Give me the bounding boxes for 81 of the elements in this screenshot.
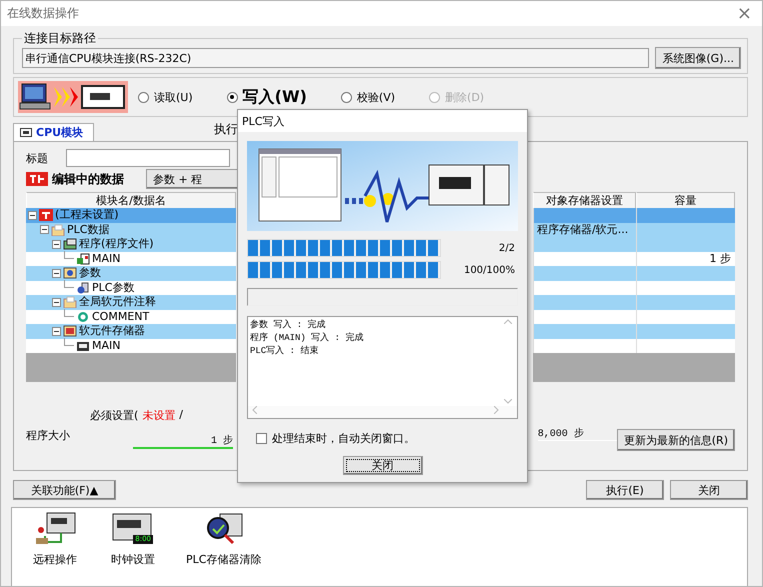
- module-icon: [20, 128, 32, 137]
- dialog-button[interactable]: 执行(E): [586, 480, 664, 500]
- close-button[interactable]: 关闭: [342, 456, 422, 475]
- tree-row[interactable]: PLC参数: [26, 280, 236, 295]
- tree-row[interactable]: (工程未设置): [26, 208, 236, 222]
- tree-item-label: 全局软元件注释: [79, 295, 156, 310]
- close-button[interactable]: ×: [736, 4, 752, 22]
- section-label: 编辑中的数据: [52, 170, 124, 188]
- column-header: 容量: [636, 192, 735, 209]
- table-cell: 1 步: [636, 252, 735, 266]
- collapse-icon[interactable]: [52, 240, 61, 249]
- tree-row[interactable]: MAIN: [26, 252, 236, 266]
- tree-item-label: 参数: [79, 266, 101, 280]
- scroll-down-icon: [504, 399, 512, 404]
- progress-reading: 2/2: [498, 242, 516, 254]
- pc-to-plc-icon: [18, 81, 128, 113]
- checkbox[interactable]: 处理结束时，自动关闭窗口。: [256, 431, 518, 446]
- scroll-up-icon: [504, 319, 512, 324]
- radio-button[interactable]: 校验(V): [340, 90, 396, 104]
- table-cell: 程序存储器/软元...: [533, 222, 636, 237]
- collapse-icon[interactable]: [52, 326, 61, 336]
- tree-item-label: PLC数据: [67, 222, 110, 237]
- tree-row[interactable]: MAIN: [26, 338, 236, 353]
- folder-icon: [63, 296, 77, 308]
- program-icon: [63, 238, 77, 250]
- program-size-bar: 1 步: [133, 433, 233, 449]
- tree-item-label: 程序(程序文件): [79, 237, 154, 252]
- column-header: 模块名/数据名: [26, 192, 236, 209]
- tool-label[interactable]: 远程操作: [33, 552, 77, 567]
- system-image-button[interactable]: 系统图像(G)...: [655, 47, 741, 69]
- tree-item-label: COMMENT: [92, 310, 150, 324]
- collapse-icon[interactable]: [52, 268, 61, 278]
- section-label: 执行: [214, 121, 238, 138]
- window-title: 在线数据操作: [7, 5, 79, 22]
- progress-reading: 100/100%: [462, 264, 516, 276]
- tree-item-label: (工程未设置): [55, 208, 119, 222]
- remote-control-icon[interactable]: [33, 512, 77, 546]
- dialog-title: PLC写入: [238, 110, 527, 132]
- tree-row[interactable]: PLC数据: [26, 222, 236, 237]
- folder-icon: [63, 267, 77, 280]
- folder-icon: [63, 325, 77, 338]
- tree-item-label: 软元件存储器: [79, 324, 145, 338]
- column-header: 对象存储器设置: [533, 192, 636, 209]
- related-functions-button[interactable]: 关联功能(F)▲: [13, 480, 116, 500]
- tree-row[interactable]: 参数: [26, 266, 236, 280]
- status-text: 未设置: [142, 408, 176, 423]
- log-line: 程序 (MAIN) 写入 : 完成: [250, 332, 364, 345]
- tree-row[interactable]: 全局软元件注释: [26, 295, 236, 310]
- scroll-right-icon: [494, 406, 499, 414]
- project-icon: [39, 209, 53, 222]
- radio-button[interactable]: 写入(W): [226, 86, 307, 108]
- collapse-icon[interactable]: [40, 225, 49, 234]
- radio-button[interactable]: 读取(U): [138, 90, 193, 104]
- ring-icon: [76, 310, 90, 323]
- dialog-button[interactable]: 关闭: [670, 480, 748, 500]
- update-button[interactable]: 更新为最新的信息(R): [616, 429, 735, 451]
- tree-row[interactable]: 程序(程序文件): [26, 237, 236, 252]
- separator-text: /: [179, 408, 184, 423]
- log-line: 参数 写入 : 完成: [250, 319, 327, 332]
- folder-icon: [51, 224, 65, 236]
- tab[interactable]: CPU模块: [13, 123, 94, 141]
- collapse-icon[interactable]: [52, 298, 61, 307]
- tool-label[interactable]: PLC存储器清除: [186, 552, 262, 567]
- tree-row[interactable]: 软元件存储器: [26, 324, 236, 338]
- title-field[interactable]: [66, 149, 230, 167]
- tree-item-label: MAIN: [92, 338, 120, 353]
- group-label: 连接目标路径: [23, 30, 97, 47]
- collapse-icon[interactable]: [28, 210, 37, 220]
- log-line: PLC写入 : 结束: [250, 345, 320, 358]
- label: 必须设置(: [90, 408, 138, 423]
- memory-icon: [76, 340, 90, 352]
- tree-item-label: PLC参数: [92, 280, 134, 295]
- tool-label[interactable]: 时钟设置: [111, 552, 155, 567]
- document-icon: [76, 252, 90, 265]
- field-label: 标题: [26, 150, 48, 166]
- data-icon: [26, 172, 48, 186]
- field-label: 程序大小: [26, 428, 71, 443]
- tree-row[interactable]: COMMENT: [26, 310, 236, 324]
- connection-path-field: 串行通信CPU模块连接(RS-232C): [22, 48, 650, 68]
- tree-item-label: MAIN: [92, 252, 120, 266]
- scroll-left-icon: [252, 406, 257, 414]
